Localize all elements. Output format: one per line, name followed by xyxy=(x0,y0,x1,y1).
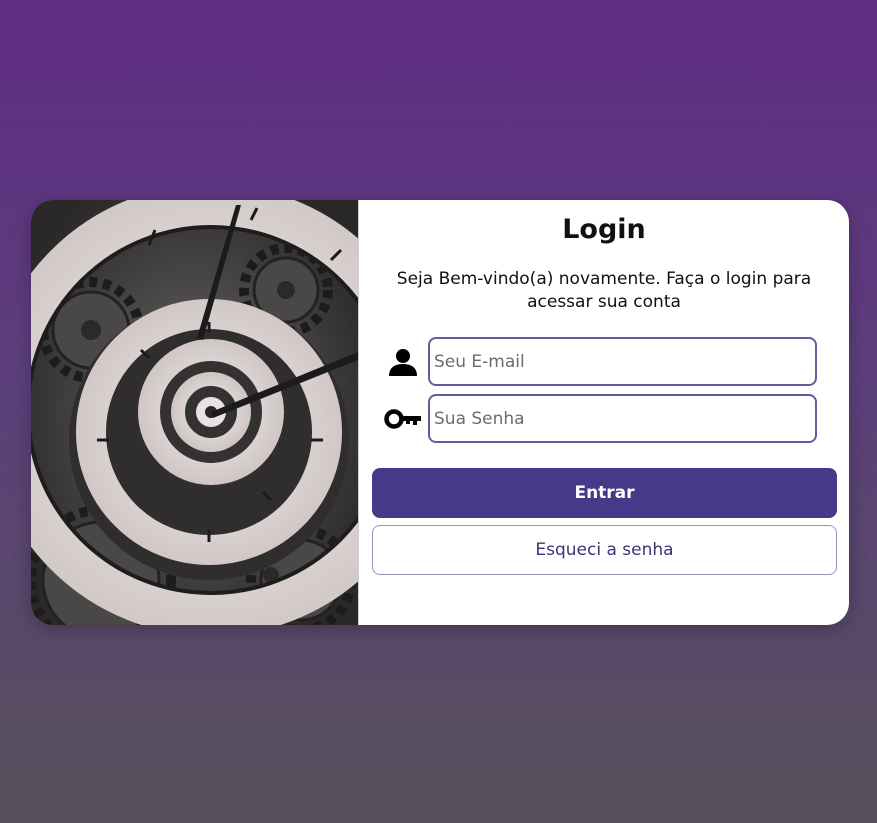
forgot-password-button[interactable]: Esqueci a senha xyxy=(372,525,837,575)
user-icon xyxy=(379,337,427,386)
welcome-message: Seja Bem-vindo(a) novamente. Faça o logi… xyxy=(396,269,812,312)
password-row xyxy=(379,394,817,443)
password-field[interactable] xyxy=(428,394,817,443)
page-title: Login xyxy=(562,214,646,245)
spiral-clock-image xyxy=(31,200,359,625)
login-card: Login Seja Bem-vindo(a) novamente. Faça … xyxy=(31,200,849,625)
email-field[interactable] xyxy=(428,337,817,386)
key-icon xyxy=(379,394,427,443)
email-row xyxy=(379,337,817,386)
login-button[interactable]: Entrar xyxy=(372,468,837,518)
spiral-clock-illustration xyxy=(31,200,358,625)
login-form: Login Seja Bem-vindo(a) novamente. Faça … xyxy=(359,200,849,625)
